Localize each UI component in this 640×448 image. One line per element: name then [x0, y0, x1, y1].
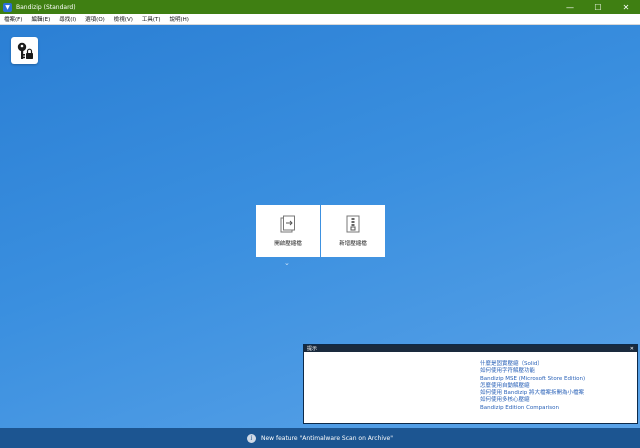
menu-options[interactable]: 選項(O): [85, 15, 105, 23]
menu-find[interactable]: 尋找(I): [59, 15, 76, 23]
tips-list: 什麼是固實壓縮（Solid） 如何使用字符解壓功能 Bandizip MSE (…: [480, 361, 585, 412]
new-archive-icon: [346, 215, 360, 233]
menu-file[interactable]: 檔案(F): [4, 15, 22, 23]
tips-header: 提示 ✕: [304, 345, 637, 352]
tip-link-edition-comparison[interactable]: Bandizip Edition Comparison: [480, 405, 585, 412]
menu-bar: 檔案(F) 編輯(E) 尋找(I) 選項(O) 檢視(V) 工具(T) 說明(H…: [0, 14, 640, 25]
open-archive-label: 開啟壓縮檔: [274, 241, 302, 247]
tips-close-button[interactable]: ✕: [630, 346, 634, 352]
open-archive-icon: [280, 215, 295, 233]
title-bar: ▼ Bandizip (Standard) — ☐ ✕: [0, 0, 640, 14]
info-icon: i: [246, 433, 256, 443]
window-title: Bandizip (Standard): [16, 3, 76, 11]
tip-link-mse[interactable]: Bandizip MSE (Microsoft Store Edition): [480, 376, 585, 383]
new-archive-label: 新增壓縮檔: [339, 241, 367, 247]
tip-link-charset[interactable]: 如何使用字符解壓功能: [480, 368, 585, 375]
minimize-button[interactable]: —: [556, 0, 584, 14]
key-lock-icon: [17, 42, 33, 59]
menu-help[interactable]: 說明(H): [170, 15, 189, 23]
tips-title: 提示: [307, 346, 318, 352]
status-message[interactable]: New feature "Antimalware Scan on Archive…: [261, 435, 393, 442]
tips-panel: 提示 ✕ 什麼是固實壓縮（Solid） 如何使用字符解壓功能 Bandizip …: [303, 344, 638, 424]
action-buttons: 開啟壓縮檔 新增壓縮檔: [256, 205, 386, 257]
password-manager-button[interactable]: [11, 37, 38, 64]
bandizip-app-icon: ▼: [3, 2, 12, 12]
menu-edit[interactable]: 編輯(E): [31, 15, 50, 23]
status-bar[interactable]: i New feature "Antimalware Scan on Archi…: [0, 428, 640, 448]
tip-link-multicore[interactable]: 如何使用多核心壓縮: [480, 397, 585, 404]
maximize-button[interactable]: ☐: [584, 0, 612, 14]
menu-tools[interactable]: 工具(T): [142, 15, 161, 23]
close-button[interactable]: ✕: [612, 0, 640, 14]
window-controls: — ☐ ✕: [556, 0, 640, 14]
new-archive-button[interactable]: 新增壓縮檔: [321, 205, 385, 257]
open-archive-button[interactable]: 開啟壓縮檔: [256, 205, 320, 257]
menu-view[interactable]: 檢視(V): [114, 15, 133, 23]
main-work-area: 開啟壓縮檔 新增壓縮檔 ⌄ 提示 ✕ 什麼是固實壓縮（Solid） 如何使用字符…: [0, 25, 640, 428]
chevron-down-icon[interactable]: ⌄: [284, 259, 290, 267]
